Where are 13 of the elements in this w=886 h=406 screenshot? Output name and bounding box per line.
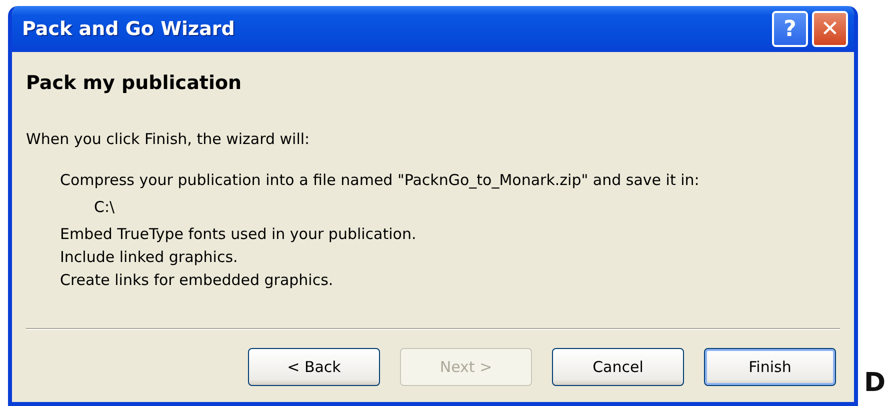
page-heading: Pack my publication: [26, 72, 243, 94]
wizard-button[interactable]: Finish: [704, 348, 836, 386]
step-text: Create links for embedded graphics.: [60, 271, 334, 289]
step-text: Include linked graphics.: [60, 248, 239, 266]
intro-text: When you click Finish, the wizard will:: [26, 130, 311, 148]
folder-path: C:\: [93, 198, 116, 216]
wizard-button[interactable]: Cancel: [552, 348, 684, 386]
margin-letter: D: [864, 368, 886, 398]
wizard-button[interactable]: < Back: [248, 348, 380, 386]
help-button[interactable]: ?: [772, 11, 808, 47]
step-text: Compress your publication into a file named "PacknGo_to_Monark.zip" and save it in:: [60, 171, 700, 189]
step-text: Embed TrueType fonts used in your publication.: [60, 225, 418, 243]
window-title: Pack and Go Wizard: [22, 18, 236, 40]
